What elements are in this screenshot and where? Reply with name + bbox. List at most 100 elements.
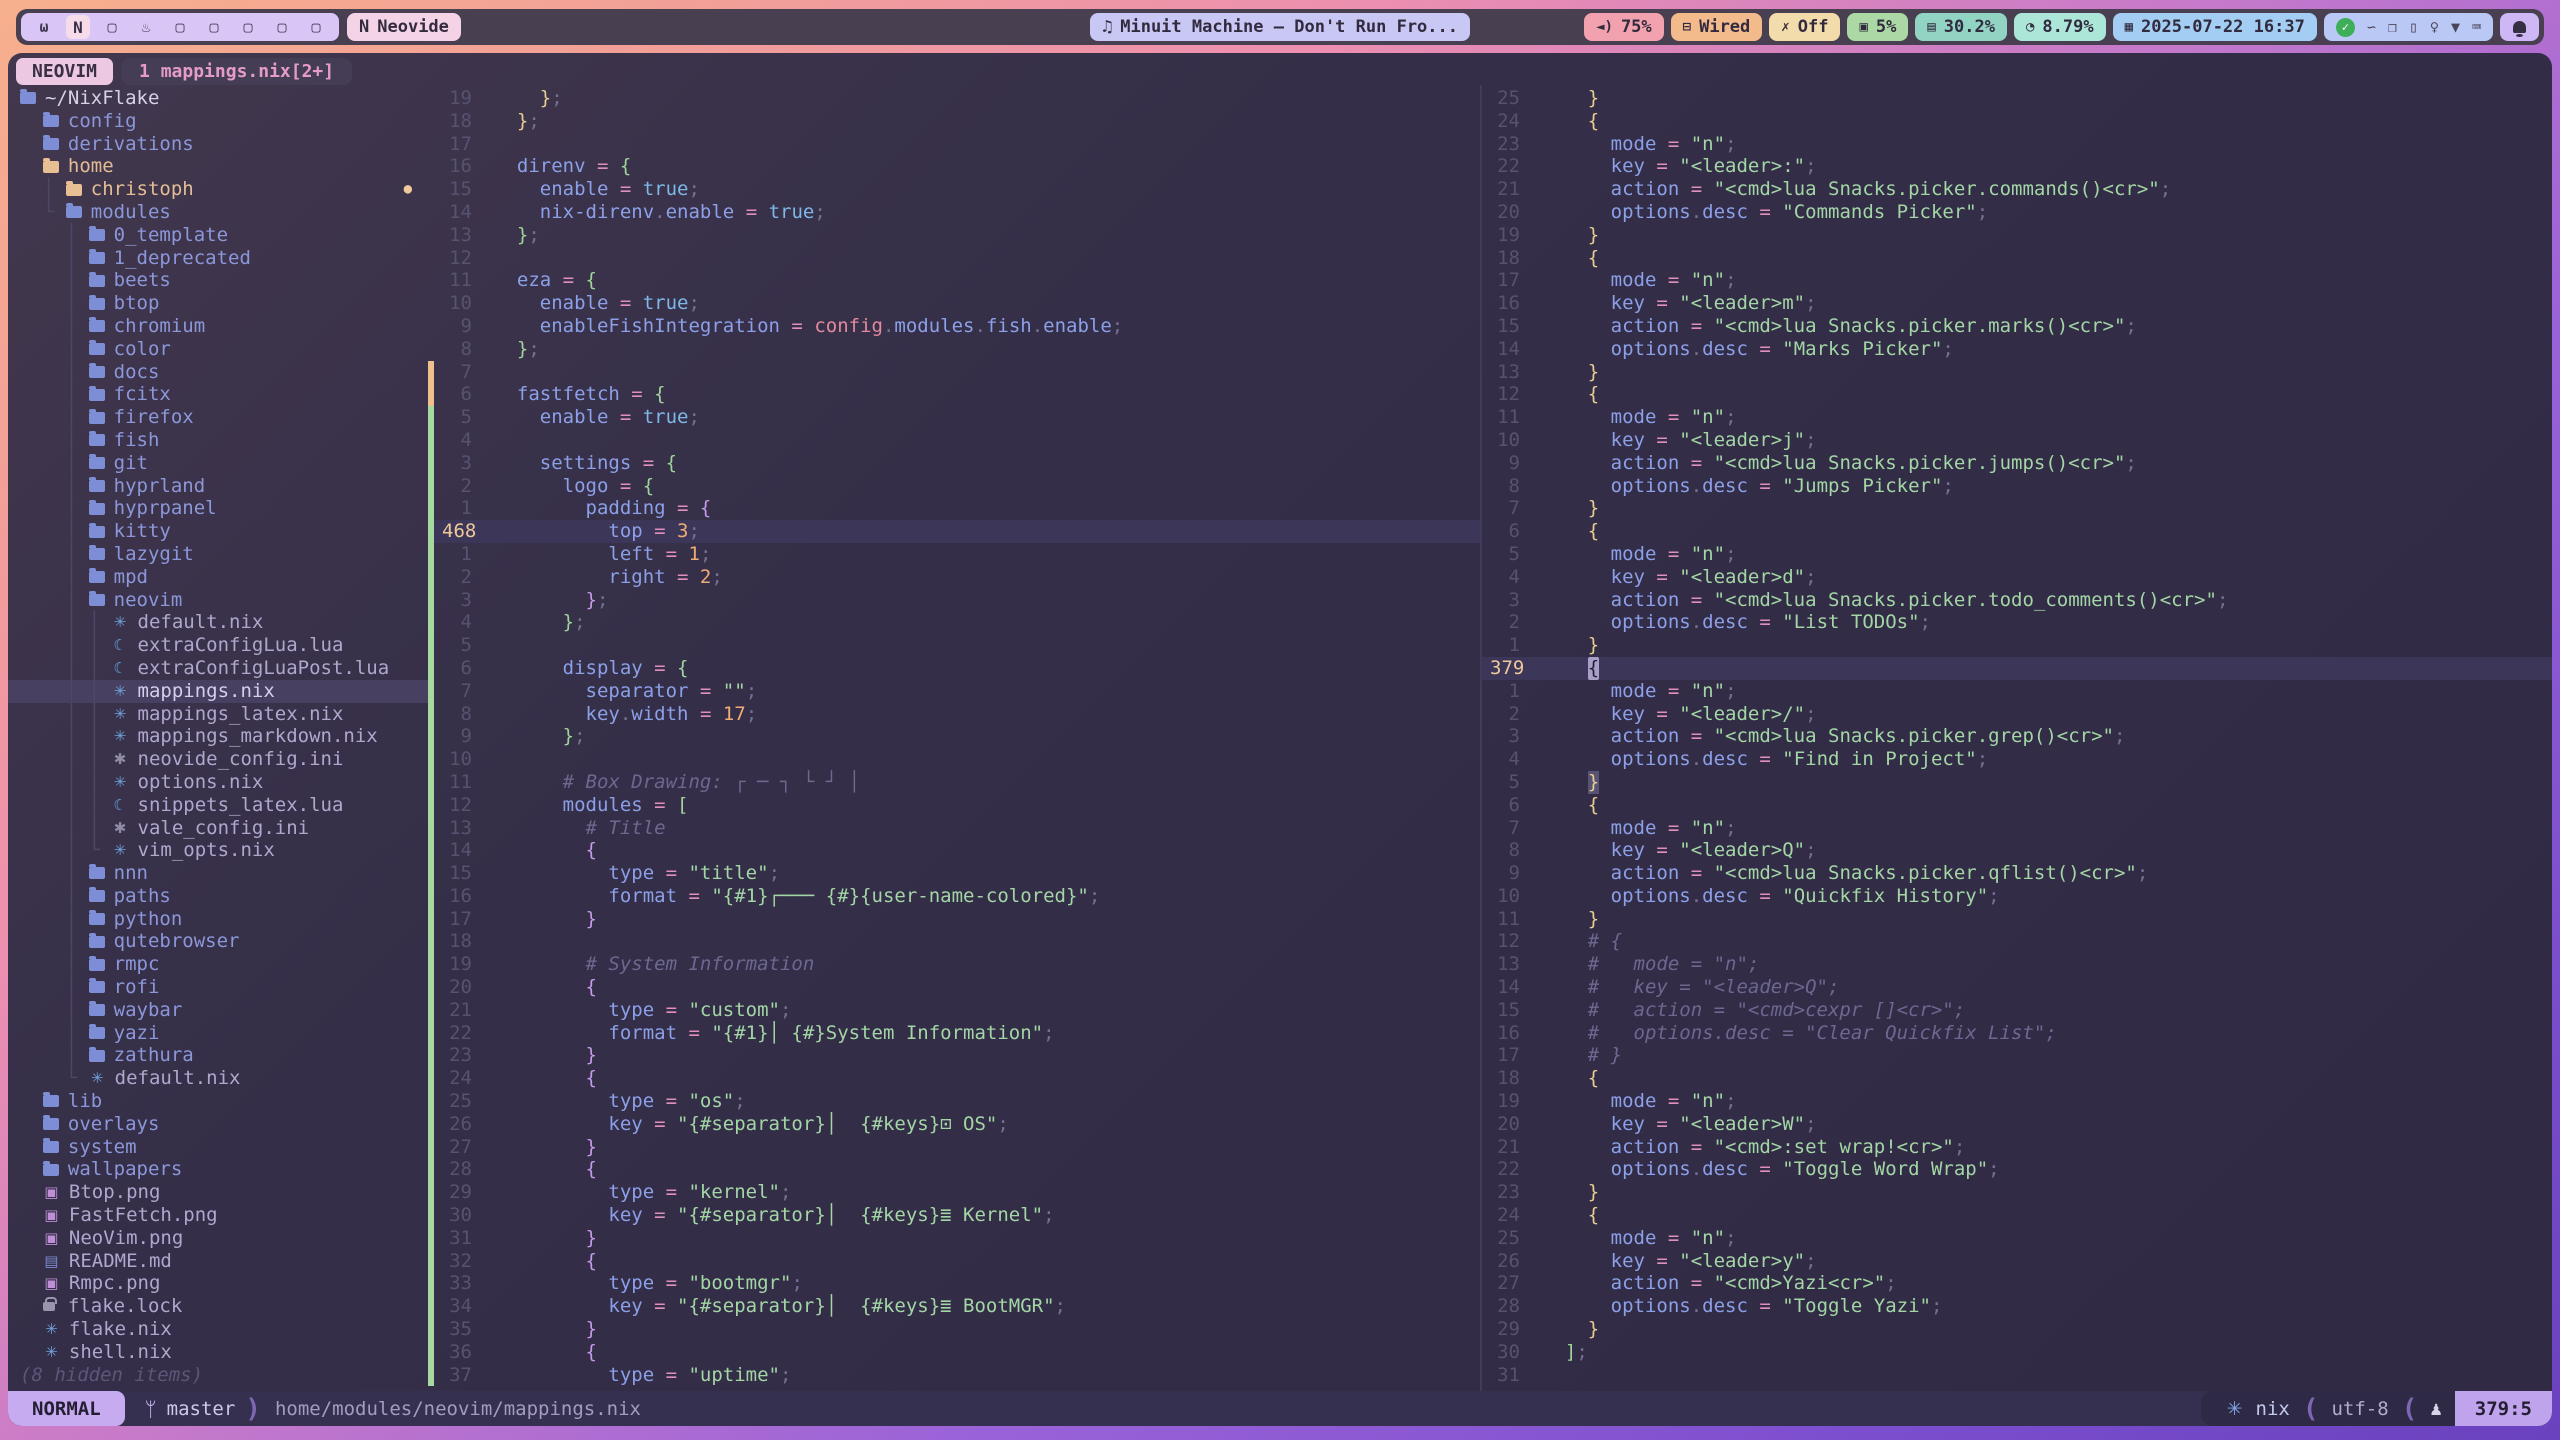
- code-line[interactable]: 14 options.desc = "Marks Picker";: [1482, 338, 2552, 361]
- code-line[interactable]: 18: [428, 930, 1480, 953]
- code-line[interactable]: 2 options.desc = "List TODOs";: [1482, 611, 2552, 634]
- code-line[interactable]: 10 options.desc = "Quickfix History";: [1482, 885, 2552, 908]
- code-line[interactable]: 5: [428, 634, 1480, 657]
- sync-check-icon[interactable]: ✓: [2336, 18, 2355, 37]
- tree-item[interactable]: │ mpd: [8, 566, 428, 589]
- tree-item[interactable]: derivations: [8, 133, 428, 156]
- tree-item[interactable]: │ git: [8, 452, 428, 475]
- code-line[interactable]: 17 # }: [1482, 1044, 2552, 1067]
- code-line[interactable]: 35 }: [428, 1318, 1480, 1341]
- tree-item[interactable]: │ python: [8, 908, 428, 931]
- code-line[interactable]: 22 key = "<leader>:";: [1482, 155, 2552, 178]
- code-line[interactable]: 12: [428, 247, 1480, 270]
- tree-item[interactable]: │ docs: [8, 361, 428, 384]
- code-line[interactable]: 27 }: [428, 1136, 1480, 1159]
- code-line[interactable]: 6 display = {: [428, 657, 1480, 680]
- code-line[interactable]: 13 # Title: [428, 817, 1480, 840]
- code-line[interactable]: 15 enable = true;: [428, 178, 1480, 201]
- tree-item[interactable]: ▤README.md: [8, 1250, 428, 1273]
- code-line[interactable]: 15 type = "title";: [428, 862, 1480, 885]
- code-line[interactable]: 8 };: [428, 338, 1480, 361]
- tree-item[interactable]: │ │ ☾extraConfigLua.lua: [8, 634, 428, 657]
- code-line[interactable]: 23 }: [1482, 1181, 2552, 1204]
- code-line[interactable]: 17: [428, 133, 1480, 156]
- tree-item[interactable]: system: [8, 1136, 428, 1159]
- code-line[interactable]: 28 {: [428, 1158, 1480, 1181]
- buffer-tab[interactable]: 1 mappings.nix[2+]: [121, 58, 352, 85]
- tree-item[interactable]: │ └ ✳vim_opts.nix: [8, 839, 428, 862]
- tree-item[interactable]: │ nnn: [8, 862, 428, 885]
- code-line[interactable]: 4: [428, 429, 1480, 452]
- code-line[interactable]: 11 # Box Drawing: ┌ ─ ┐ └ ┘ │: [428, 771, 1480, 794]
- phone-icon[interactable]: ▯: [2409, 18, 2418, 36]
- tree-item[interactable]: │ │ ✳default.nix: [8, 611, 428, 634]
- tree-item[interactable]: │ │ ✳options.nix: [8, 771, 428, 794]
- code-line[interactable]: 9 action = "<cmd>lua Snacks.picker.qflis…: [1482, 862, 2552, 885]
- tree-item[interactable]: ▣NeoVim.png: [8, 1227, 428, 1250]
- tree-item[interactable]: home: [8, 155, 428, 178]
- code-line[interactable]: 3 settings = {: [428, 452, 1480, 475]
- funnel-icon[interactable]: ▼: [2451, 18, 2460, 36]
- tree-item[interactable]: │ 1_deprecated: [8, 247, 428, 270]
- tree-item[interactable]: ✳flake.nix: [8, 1318, 428, 1341]
- tree-item[interactable]: │ hyprpanel: [8, 497, 428, 520]
- code-line[interactable]: 3 };: [428, 589, 1480, 612]
- code-line[interactable]: 1 }: [1482, 634, 2552, 657]
- code-line[interactable]: 16 # options.desc = "Clear Quickfix List…: [1482, 1022, 2552, 1045]
- tree-item[interactable]: │ btop: [8, 292, 428, 315]
- workspace-2[interactable]: N: [61, 15, 95, 39]
- workspace-5[interactable]: ▢: [163, 18, 197, 36]
- code-pane-right[interactable]: 25 }24 {23 mode = "n";22 key = "<leader>…: [1482, 85, 2552, 1391]
- code-line[interactable]: 16 direnv = {: [428, 155, 1480, 178]
- tree-item[interactable]: │ rmpc: [8, 953, 428, 976]
- code-line[interactable]: 11 }: [1482, 908, 2552, 931]
- code-line[interactable]: 26 key = "<leader>y";: [1482, 1250, 2552, 1273]
- code-line[interactable]: 3 action = "<cmd>lua Snacks.picker.todo_…: [1482, 589, 2552, 612]
- code-line[interactable]: 1 left = 1;: [428, 543, 1480, 566]
- notification-bell[interactable]: [2500, 13, 2539, 41]
- code-line[interactable]: 12 {: [1482, 383, 2552, 406]
- code-line[interactable]: 13 };: [428, 224, 1480, 247]
- tree-item[interactable]: ▣Btop.png: [8, 1181, 428, 1204]
- code-line[interactable]: 23 }: [428, 1044, 1480, 1067]
- code-line[interactable]: 9 enableFishIntegration = config.modules…: [428, 315, 1480, 338]
- code-line[interactable]: 25 }: [1482, 87, 2552, 110]
- tree-item[interactable]: │ │ ✳mappings_markdown.nix: [8, 725, 428, 748]
- code-line[interactable]: 14 nix-direnv.enable = true;: [428, 201, 1480, 224]
- code-line[interactable]: 21 action = "<cmd>lua Snacks.picker.comm…: [1482, 178, 2552, 201]
- code-line[interactable]: 9 };: [428, 725, 1480, 748]
- code-line[interactable]: 25 mode = "n";: [1482, 1227, 2552, 1250]
- tree-item[interactable]: │ │ ✳mappings_latex.nix: [8, 703, 428, 726]
- code-line[interactable]: 25 type = "os";: [428, 1090, 1480, 1113]
- code-line[interactable]: 12 # {: [1482, 930, 2552, 953]
- code-line[interactable]: 22 options.desc = "Toggle Word Wrap";: [1482, 1158, 2552, 1181]
- code-line[interactable]: 34 key = "{#separator}│ {#keys}≣ BootMGR…: [428, 1295, 1480, 1318]
- tree-item[interactable]: │ paths: [8, 885, 428, 908]
- workspace-7[interactable]: ▢: [231, 18, 265, 36]
- module-cpu[interactable]: ▣5%: [1847, 13, 1908, 41]
- code-line[interactable]: 23 mode = "n";: [1482, 133, 2552, 156]
- code-line[interactable]: 19 mode = "n";: [1482, 1090, 2552, 1113]
- code-line[interactable]: 20 {: [428, 976, 1480, 999]
- code-line[interactable]: 8 key.width = 17;: [428, 703, 1480, 726]
- code-line[interactable]: 6 fastfetch = {: [428, 383, 1480, 406]
- tree-item[interactable]: │ lazygit: [8, 543, 428, 566]
- code-line[interactable]: 20 options.desc = "Commands Picker";: [1482, 201, 2552, 224]
- workspace-8[interactable]: ▢: [265, 18, 299, 36]
- code-line[interactable]: 7 }: [1482, 497, 2552, 520]
- code-line[interactable]: 19 # System Information: [428, 953, 1480, 976]
- code-line[interactable]: 7: [428, 361, 1480, 384]
- tree-item[interactable]: │ chromium: [8, 315, 428, 338]
- code-line[interactable]: 36 {: [428, 1341, 1480, 1364]
- key-icon[interactable]: ♀: [2430, 18, 2439, 36]
- code-line[interactable]: 30 ];: [1482, 1341, 2552, 1364]
- tree-item[interactable]: │ christoph●: [8, 178, 428, 201]
- code-line[interactable]: 19 };: [428, 87, 1480, 110]
- code-line[interactable]: 18 {: [1482, 1067, 2552, 1090]
- module-network[interactable]: ⊟Wired: [1671, 13, 1763, 41]
- code-line[interactable]: 4 options.desc = "Find in Project";: [1482, 748, 2552, 771]
- workspace-3[interactable]: ▢: [95, 18, 129, 36]
- tree-item[interactable]: │ │ ✱vale_config.ini: [8, 817, 428, 840]
- tree-item[interactable]: wallpapers: [8, 1158, 428, 1181]
- code-line[interactable]: 4 key = "<leader>d";: [1482, 566, 2552, 589]
